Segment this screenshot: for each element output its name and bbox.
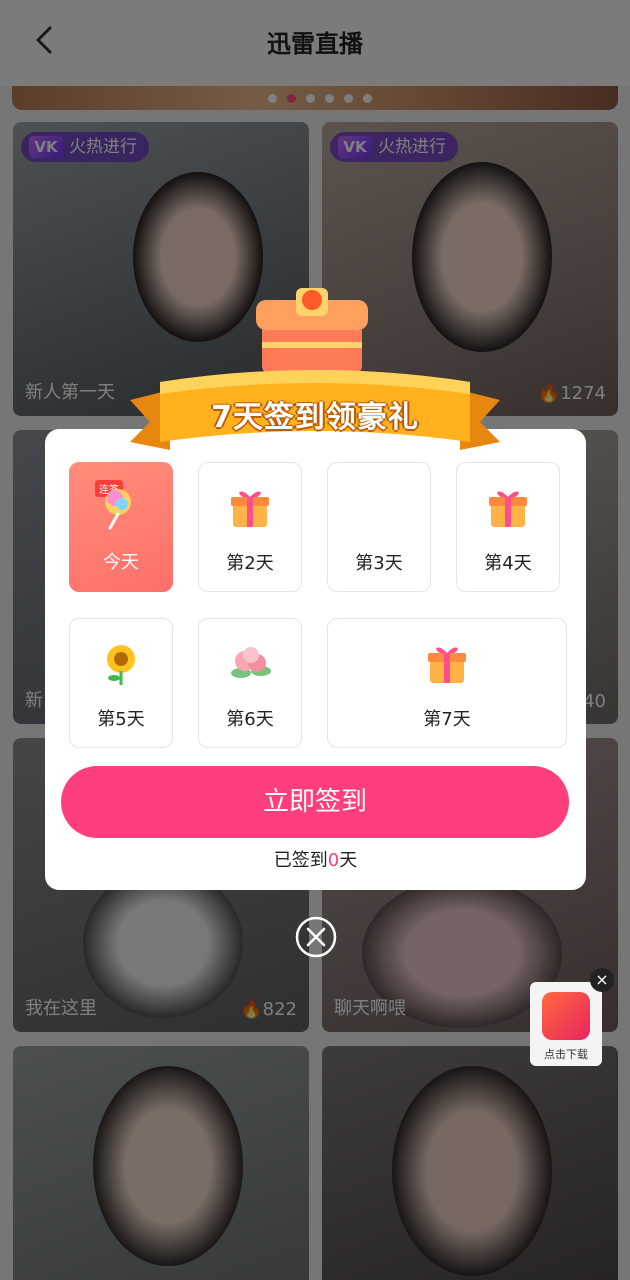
day-label: 第4天 [484, 553, 532, 574]
signed-count: 0 [327, 850, 340, 871]
gift-icon [489, 491, 527, 527]
day-card-final[interactable]: 第7天 [327, 618, 567, 748]
sunflower-icon [107, 645, 135, 685]
flower-icon [231, 647, 271, 678]
gift-icon [231, 491, 269, 527]
day-label: 第3天 [355, 553, 403, 574]
sign-in-button[interactable]: 立即签到 [61, 766, 569, 838]
close-floating-button[interactable]: × [590, 968, 614, 992]
lollipop-icon [105, 489, 131, 530]
download-label: 点击下载 [544, 1048, 588, 1061]
close-modal-button[interactable] [295, 916, 337, 958]
signed-prefix: 已签到 [273, 850, 328, 871]
day-card[interactable]: 第6天 [198, 618, 302, 748]
day-label: 第7天 [423, 709, 471, 730]
app-logo-icon [542, 992, 590, 1040]
ribbon-title: 7天签到领豪礼 [211, 400, 419, 435]
day-label: 今天 [103, 552, 139, 573]
day-card[interactable]: 第4天 [456, 462, 560, 592]
floating-download-widget[interactable]: 点击下载 [530, 982, 602, 1066]
signed-suffix: 天 [339, 850, 358, 871]
gift-icon [428, 647, 466, 683]
day-card[interactable]: 第5天 [69, 618, 173, 748]
day-card-today[interactable]: 连签 今天 [69, 462, 173, 592]
day-label: 第5天 [97, 709, 145, 730]
day-label: 第6天 [226, 709, 274, 730]
day-card[interactable]: 第3天 [327, 462, 431, 592]
signed-status: 已签到0天 [45, 846, 586, 872]
day-card[interactable]: 第2天 [198, 462, 302, 592]
day-label: 第2天 [226, 553, 274, 574]
sign-in-modal: 连签 今天 第2天 第3天 第4天 第5天 第6天 第7天 立即签到 已签到0天 [45, 429, 586, 890]
